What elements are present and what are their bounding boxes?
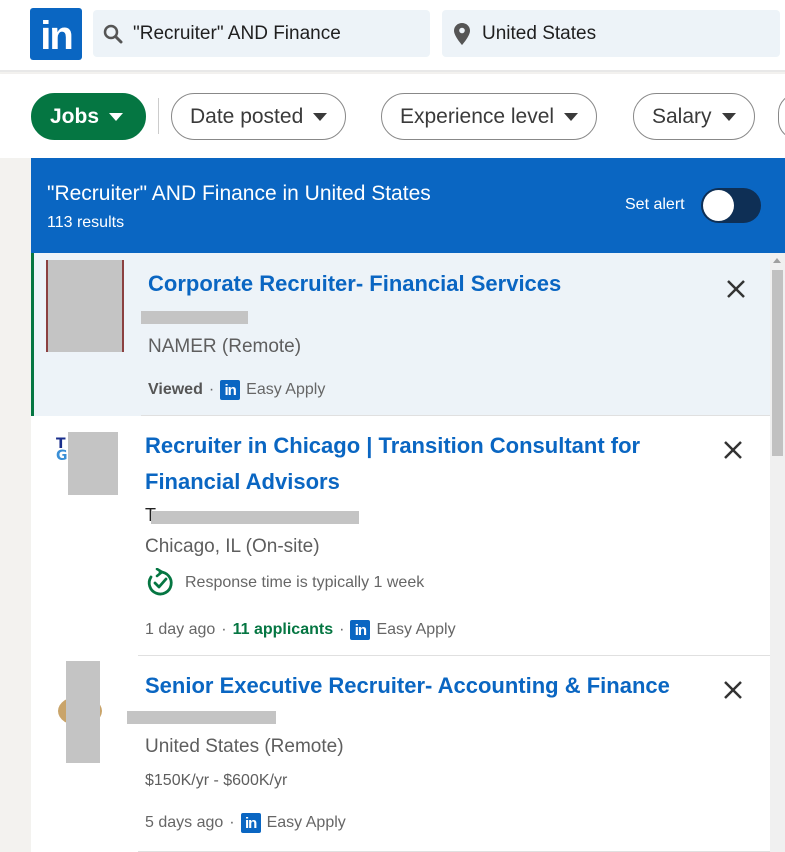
salary-filter-button[interactable]: Salary xyxy=(633,93,755,140)
easy-apply-label: Easy Apply xyxy=(246,381,326,398)
top-navbar: in "Recruiter" AND Finance United States xyxy=(0,0,785,72)
results-title: "Recruiter" AND Finance in United States xyxy=(47,182,431,205)
job-list: Corporate Recruiter- Financial Services … xyxy=(31,253,770,852)
job-title-link[interactable]: Senior Executive Recruiter- Accounting &… xyxy=(145,668,685,704)
linkedin-logo[interactable]: in xyxy=(30,8,82,60)
dot-separator: · xyxy=(339,621,345,638)
viewed-status: Viewed xyxy=(148,381,203,398)
job-meta: Viewed · in Easy Apply xyxy=(148,380,325,400)
salary-label: Salary xyxy=(652,104,712,128)
page-background xyxy=(0,158,31,852)
job-salary: $150K/yr - $600K/yr xyxy=(145,772,288,789)
company-logo-redacted xyxy=(66,661,100,763)
job-location: Chicago, IL (On-site) xyxy=(145,536,320,557)
company-name-redacted xyxy=(151,511,359,524)
company-logo-redacted xyxy=(46,260,124,352)
job-meta: 1 day ago · 11 applicants · in Easy Appl… xyxy=(145,620,456,640)
toggle-knob xyxy=(703,190,734,221)
caret-down-icon xyxy=(109,112,124,121)
dot-separator: · xyxy=(208,381,215,398)
job-card[interactable]: Corporate Recruiter- Financial Services … xyxy=(31,253,770,416)
location-pin-icon xyxy=(442,22,482,45)
job-location: NAMER (Remote) xyxy=(148,336,302,357)
company-name-redacted xyxy=(141,311,248,324)
job-meta: 5 days ago · in Easy Apply xyxy=(145,813,346,833)
keyword-search-input[interactable]: "Recruiter" AND Finance xyxy=(93,10,430,57)
dot-separator: · xyxy=(229,814,235,831)
job-title-link[interactable]: Recruiter in Chicago | Transition Consul… xyxy=(145,428,675,500)
company-logo-redacted xyxy=(68,432,118,495)
jobs-filter-label: Jobs xyxy=(50,104,100,128)
caret-down-icon xyxy=(564,112,579,121)
date-posted-label: Date posted xyxy=(190,104,304,128)
scroll-up-arrow-icon[interactable] xyxy=(773,258,781,263)
job-list-scrollbar[interactable] xyxy=(770,253,785,852)
set-alert-toggle[interactable] xyxy=(701,188,761,223)
date-posted-filter-button[interactable]: Date posted xyxy=(171,93,347,140)
easy-apply-label: Easy Apply xyxy=(266,814,346,831)
filter-divider xyxy=(158,98,159,134)
job-card[interactable]: Senior Executive Recruiter- Accounting &… xyxy=(31,656,770,852)
results-count: 113 results xyxy=(47,214,125,231)
set-alert-label: Set alert xyxy=(625,196,685,213)
dot-separator: · xyxy=(221,621,227,638)
dismiss-job-close-icon[interactable] xyxy=(724,277,748,301)
applicants-count: 11 applicants xyxy=(232,621,334,638)
location-search-value[interactable]: United States xyxy=(482,23,596,45)
posted-time: 1 day ago xyxy=(145,621,216,638)
job-results-panel: "Recruiter" AND Finance in United States… xyxy=(31,158,785,852)
job-location: United States (Remote) xyxy=(145,736,344,757)
caret-down-icon xyxy=(721,112,736,121)
easy-apply-label: Easy Apply xyxy=(376,621,456,638)
search-icon xyxy=(93,24,133,44)
company-name-redacted xyxy=(127,711,276,724)
experience-level-label: Experience level xyxy=(400,104,555,128)
more-filters-button[interactable] xyxy=(778,93,785,140)
results-header: "Recruiter" AND Finance in United States… xyxy=(31,158,785,253)
dismiss-job-close-icon[interactable] xyxy=(721,678,745,702)
job-card[interactable]: TG Recruiter in Chicago | Transition Con… xyxy=(31,416,770,656)
linkedin-easy-apply-icon: in xyxy=(240,813,261,833)
linkedin-easy-apply-icon: in xyxy=(350,620,371,640)
linkedin-easy-apply-icon: in xyxy=(220,380,241,400)
posted-time: 5 days ago xyxy=(145,814,224,831)
scrollbar-thumb[interactable] xyxy=(772,270,783,456)
response-time-insight: Response time is typically 1 week xyxy=(145,568,424,598)
dismiss-job-close-icon[interactable] xyxy=(721,438,745,462)
experience-level-filter-button[interactable]: Experience level xyxy=(381,93,598,140)
location-search-input[interactable]: United States xyxy=(442,10,780,57)
keyword-search-value[interactable]: "Recruiter" AND Finance xyxy=(133,23,341,45)
job-title-link[interactable]: Corporate Recruiter- Financial Services xyxy=(148,266,688,302)
filter-bar: Jobs Date posted Experience level Salary xyxy=(0,74,785,158)
caret-down-icon xyxy=(313,112,328,121)
company-logo-fragment: TG xyxy=(56,436,68,464)
response-check-icon xyxy=(147,568,173,596)
jobs-filter-button[interactable]: Jobs xyxy=(31,93,146,140)
response-time-text: Response time is typically 1 week xyxy=(185,574,425,591)
